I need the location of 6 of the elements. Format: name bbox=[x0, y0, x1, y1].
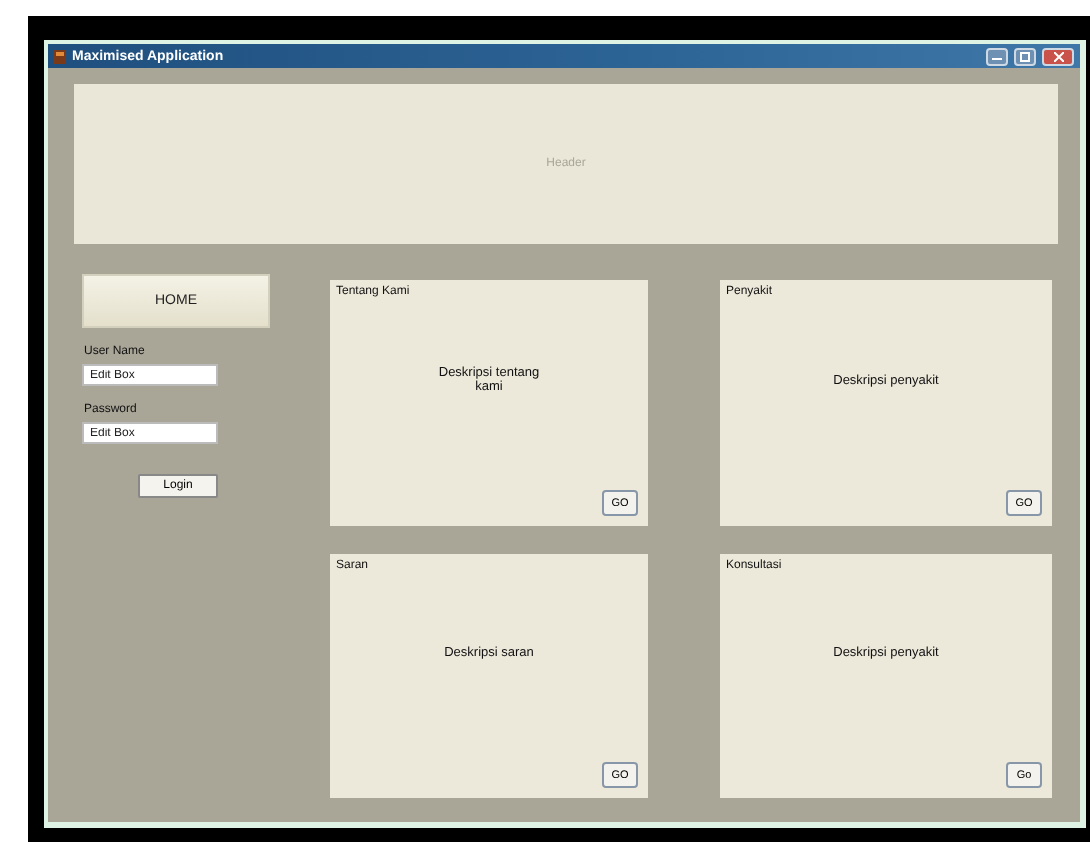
maximize-icon bbox=[1020, 51, 1030, 61]
close-icon bbox=[1053, 51, 1063, 61]
close-button[interactable] bbox=[1042, 47, 1074, 65]
minimize-button[interactable] bbox=[986, 47, 1008, 65]
maximize-button[interactable] bbox=[1014, 47, 1036, 65]
app-icon bbox=[54, 49, 66, 63]
